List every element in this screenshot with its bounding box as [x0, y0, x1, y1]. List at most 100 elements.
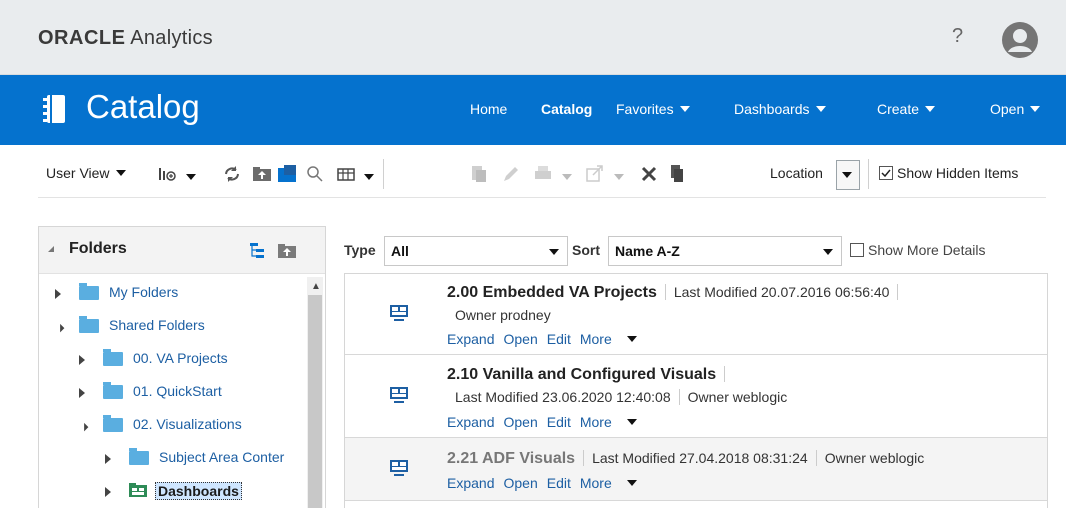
- copy-properties-icon[interactable]: [468, 163, 490, 185]
- folder-up-icon[interactable]: [251, 163, 273, 185]
- refresh-icon[interactable]: [221, 163, 243, 185]
- catalog-toolbar: User View Location Show Hidden Items: [38, 155, 1046, 198]
- search-icon[interactable]: [304, 163, 326, 185]
- chevron-down-icon: [626, 480, 637, 486]
- expand-arrow-icon[interactable]: [55, 289, 61, 299]
- folder-icon: [103, 415, 123, 432]
- item-owner: Owner weblogic: [687, 389, 788, 405]
- scrollbar-thumb[interactable]: [308, 295, 322, 508]
- tree-item-label[interactable]: Dashboards: [155, 482, 242, 500]
- tree-item-label[interactable]: Subject Area Conter: [159, 449, 284, 465]
- tree-item-label[interactable]: My Folders: [109, 284, 178, 300]
- catalog-item-list: 2.00 Embedded VA Projects Last Modified 2…: [344, 273, 1048, 508]
- chevron-down-icon[interactable]: [186, 174, 196, 180]
- folder-icon: [129, 448, 149, 465]
- open-link[interactable]: Open: [503, 475, 537, 491]
- tree-item-label[interactable]: 01. QuickStart: [133, 383, 222, 399]
- sort-select-value: Name A-Z: [615, 243, 680, 259]
- more-menu[interactable]: More: [580, 414, 646, 430]
- dashboard-icon: [390, 305, 408, 321]
- oracle-analytics-logo[interactable]: ORACLE Analytics: [38, 27, 213, 50]
- view-type-icon[interactable]: [156, 163, 178, 185]
- collapse-arrow-icon[interactable]: [75, 418, 89, 432]
- chevron-down-icon: [1030, 106, 1041, 112]
- help-icon[interactable]: ?: [952, 25, 963, 48]
- delete-icon[interactable]: [638, 163, 660, 185]
- chevron-down-icon[interactable]: [364, 174, 374, 180]
- location-dropdown[interactable]: [836, 160, 860, 190]
- chevron-down-icon: [842, 172, 852, 178]
- brand-product: Analytics: [130, 27, 213, 49]
- folders-title: Folders: [69, 240, 127, 257]
- item-name[interactable]: 2.21 ADF Visuals: [447, 450, 575, 467]
- tree-item-label[interactable]: 02. Visualizations: [133, 416, 242, 432]
- checkbox-unchecked-icon[interactable]: [850, 243, 864, 257]
- chevron-down-icon: [679, 106, 690, 112]
- toolbar-divider: [383, 159, 384, 189]
- chevron-down-icon[interactable]: [614, 174, 624, 180]
- edit-link[interactable]: Edit: [547, 475, 571, 491]
- edit-link[interactable]: Edit: [547, 414, 571, 430]
- item-name[interactable]: 2.10 Vanilla and Configured Visuals: [447, 366, 716, 383]
- show-hidden-items-checkbox[interactable]: Show Hidden Items: [879, 165, 1018, 181]
- nav-catalog[interactable]: Catalog: [541, 101, 592, 117]
- item-owner: Owner weblogic: [824, 450, 925, 466]
- folder-icon: [103, 382, 123, 399]
- collapse-panel-icon[interactable]: [48, 246, 54, 252]
- open-link[interactable]: Open: [503, 331, 537, 347]
- nav-dashboards[interactable]: Dashboards: [734, 101, 826, 117]
- chevron-down-icon: [626, 419, 637, 425]
- paste-icon[interactable]: [666, 163, 688, 185]
- nav-favorites[interactable]: Favorites: [616, 101, 690, 117]
- tree-view-icon[interactable]: [249, 241, 267, 259]
- folders-scrollbar[interactable]: ▲: [307, 277, 323, 508]
- item-name[interactable]: 2.00 Embedded VA Projects: [447, 284, 657, 301]
- type-label: Type: [344, 242, 376, 258]
- checkbox-checked-icon[interactable]: [879, 166, 893, 180]
- chevron-down-icon: [823, 249, 833, 255]
- expand-arrow-icon[interactable]: [79, 355, 85, 365]
- chevron-down-icon: [815, 106, 826, 112]
- type-select[interactable]: All: [384, 236, 568, 266]
- user-view-menu[interactable]: User View: [46, 165, 126, 181]
- folder-icon: [103, 349, 123, 366]
- dashboard-icon: [390, 460, 408, 476]
- scroll-up-icon[interactable]: ▲: [311, 281, 321, 292]
- nav-home[interactable]: Home: [470, 101, 507, 117]
- tree-item-label[interactable]: Shared Folders: [109, 317, 205, 333]
- expand-link[interactable]: Expand: [447, 475, 494, 491]
- show-hidden-items-label: Show Hidden Items: [897, 165, 1019, 181]
- new-folder-icon[interactable]: [276, 163, 298, 185]
- expand-arrow-icon[interactable]: [105, 487, 111, 497]
- list-item[interactable]: 2.00 Embedded VA Projects Last Modified 2…: [345, 274, 1047, 355]
- export-icon[interactable]: [584, 163, 606, 185]
- nav-create[interactable]: Create: [877, 101, 936, 117]
- edit-pencil-icon[interactable]: [500, 163, 522, 185]
- catalog-book-icon: [43, 95, 65, 123]
- folder-up-icon[interactable]: [277, 241, 297, 259]
- brand-name: ORACLE: [38, 27, 126, 49]
- print-icon[interactable]: [532, 163, 554, 185]
- show-more-details-checkbox[interactable]: Show More Details: [850, 242, 986, 258]
- chevron-down-icon[interactable]: [562, 174, 572, 180]
- list-item[interactable]: 2.21 ADF Visuals Last Modified 27.04.2018…: [345, 438, 1047, 501]
- nav-open[interactable]: Open: [990, 101, 1041, 117]
- collapse-arrow-icon[interactable]: [51, 319, 65, 333]
- item-owner: Owner prodney: [455, 307, 551, 323]
- edit-link[interactable]: Edit: [547, 331, 571, 347]
- tree-item-label[interactable]: 00. VA Projects: [133, 350, 228, 366]
- more-menu[interactable]: More: [580, 475, 646, 491]
- open-link[interactable]: Open: [503, 414, 537, 430]
- expand-link[interactable]: Expand: [447, 331, 494, 347]
- user-avatar-icon[interactable]: [1001, 21, 1039, 59]
- expand-link[interactable]: Expand: [447, 414, 494, 430]
- type-select-value: All: [391, 243, 409, 259]
- expand-arrow-icon[interactable]: [79, 388, 85, 398]
- list-item[interactable]: 2.10 Vanilla and Configured Visuals Last…: [345, 355, 1047, 438]
- more-menu[interactable]: More: [580, 331, 646, 347]
- sort-label: Sort: [572, 242, 600, 258]
- expand-arrow-icon[interactable]: [105, 454, 111, 464]
- table-view-icon[interactable]: [336, 163, 358, 185]
- folder-icon: [79, 283, 99, 300]
- sort-select[interactable]: Name A-Z: [608, 236, 842, 266]
